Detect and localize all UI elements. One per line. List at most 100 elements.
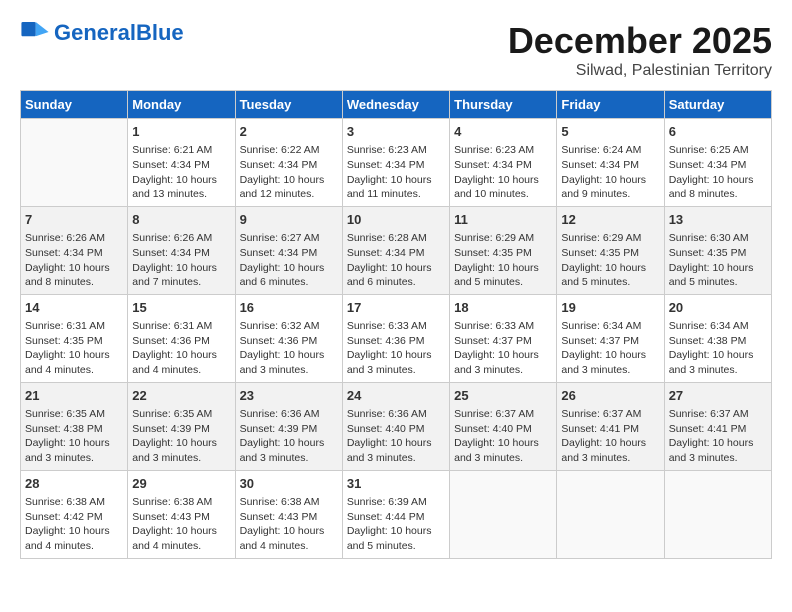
day-number: 4 [454, 123, 552, 141]
logo-text: GeneralBlue [54, 20, 184, 46]
day-info-line: Sunrise: 6:34 AM [561, 319, 659, 334]
day-number: 31 [347, 475, 445, 493]
day-info-line: Sunset: 4:37 PM [561, 334, 659, 349]
day-info-line: Sunset: 4:40 PM [454, 422, 552, 437]
page-header: GeneralBlue December 2025 Silwad, Palest… [20, 20, 772, 80]
day-number: 16 [240, 299, 338, 317]
calendar-day-18: 18 Sunrise: 6:33 AMSunset: 4:37 PMDayligh… [450, 294, 557, 382]
day-number: 30 [240, 475, 338, 493]
day-info-line: Sunrise: 6:33 AM [454, 319, 552, 334]
day-info-line: and 12 minutes. [240, 187, 338, 202]
day-info-line: and 3 minutes. [454, 451, 552, 466]
day-info-line: Sunset: 4:34 PM [240, 158, 338, 173]
day-info-line: Sunset: 4:35 PM [669, 246, 767, 261]
calendar-day-5: 5Sunrise: 6:24 AMSunset: 4:34 PMDaylight… [557, 119, 664, 207]
day-header-thursday: Thursday [450, 91, 557, 119]
calendar-empty-cell [21, 119, 128, 207]
day-info-line: Daylight: 10 hours [669, 173, 767, 188]
day-info-line: Sunset: 4:34 PM [132, 158, 230, 173]
day-info-line: and 3 minutes. [561, 451, 659, 466]
day-info-line: Sunrise: 6:32 AM [240, 319, 338, 334]
day-info-line: Daylight: 10 hours [347, 261, 445, 276]
day-info-line: Sunset: 4:40 PM [347, 422, 445, 437]
day-info-line: Sunset: 4:34 PM [669, 158, 767, 173]
day-info-line: and 7 minutes. [132, 275, 230, 290]
day-info-line: Daylight: 10 hours [240, 348, 338, 363]
day-number: 12 [561, 211, 659, 229]
day-info-line: Sunrise: 6:36 AM [347, 407, 445, 422]
day-info-line: Sunset: 4:35 PM [25, 334, 123, 349]
day-number: 18 [454, 299, 552, 317]
day-info-line: Daylight: 10 hours [240, 436, 338, 451]
day-number: 11 [454, 211, 552, 229]
calendar-day-22: 22Sunrise: 6:35 AMSunset: 4:39 PMDayligh… [128, 382, 235, 470]
calendar-week-row: 14Sunrise: 6:31 AMSunset: 4:35 PMDayligh… [21, 294, 772, 382]
day-info-line: Daylight: 10 hours [347, 348, 445, 363]
day-info-line: Sunset: 4:42 PM [25, 510, 123, 525]
day-info-line: and 4 minutes. [25, 363, 123, 378]
day-info-line: Sunrise: 6:24 AM [561, 143, 659, 158]
calendar-day-12: 12Sunrise: 6:29 AMSunset: 4:35 PMDayligh… [557, 206, 664, 294]
day-number: 26 [561, 387, 659, 405]
day-info-line: and 3 minutes. [669, 363, 767, 378]
calendar-day-23: 23Sunrise: 6:36 AMSunset: 4:39 PMDayligh… [235, 382, 342, 470]
day-header-friday: Friday [557, 91, 664, 119]
day-info-line: and 3 minutes. [240, 363, 338, 378]
calendar-week-row: 1Sunrise: 6:21 AMSunset: 4:34 PMDaylight… [21, 119, 772, 207]
day-number: 13 [669, 211, 767, 229]
day-info-line: Sunrise: 6:26 AM [25, 231, 123, 246]
day-info-line: Daylight: 10 hours [347, 173, 445, 188]
day-info-line: Sunset: 4:41 PM [669, 422, 767, 437]
logo-blue: Blue [136, 20, 184, 45]
title-area: December 2025 Silwad, Palestinian Territ… [508, 20, 772, 80]
day-info-line: Sunrise: 6:26 AM [132, 231, 230, 246]
day-info-line: Sunset: 4:34 PM [454, 158, 552, 173]
day-info-line: Sunset: 4:44 PM [347, 510, 445, 525]
day-number: 9 [240, 211, 338, 229]
day-info-line: Sunset: 4:37 PM [454, 334, 552, 349]
day-info-line: Sunrise: 6:22 AM [240, 143, 338, 158]
day-info-line: Sunset: 4:34 PM [132, 246, 230, 261]
day-header-monday: Monday [128, 91, 235, 119]
day-info-line: Daylight: 10 hours [561, 436, 659, 451]
calendar-week-row: 21Sunrise: 6:35 AMSunset: 4:38 PMDayligh… [21, 382, 772, 470]
day-info-line: Sunset: 4:34 PM [347, 246, 445, 261]
day-info-line: Sunset: 4:39 PM [240, 422, 338, 437]
day-info-line: Sunset: 4:39 PM [132, 422, 230, 437]
day-info-line: Sunset: 4:38 PM [669, 334, 767, 349]
day-info-line: Daylight: 10 hours [25, 524, 123, 539]
day-number: 27 [669, 387, 767, 405]
day-info-line: Daylight: 10 hours [132, 348, 230, 363]
calendar-day-19: 19Sunrise: 6:34 AMSunset: 4:37 PMDayligh… [557, 294, 664, 382]
day-info-line: Sunrise: 6:29 AM [561, 231, 659, 246]
calendar-table: SundayMondayTuesdayWednesdayThursdayFrid… [20, 90, 772, 559]
day-info-line: Sunrise: 6:27 AM [240, 231, 338, 246]
day-info-line: Daylight: 10 hours [132, 173, 230, 188]
day-number: 8 [132, 211, 230, 229]
day-info-line: and 4 minutes. [25, 539, 123, 554]
day-number: 29 [132, 475, 230, 493]
day-number: 6 [669, 123, 767, 141]
calendar-day-4: 4Sunrise: 6:23 AMSunset: 4:34 PMDaylight… [450, 119, 557, 207]
day-number: 3 [347, 123, 445, 141]
day-info-line: Sunrise: 6:35 AM [25, 407, 123, 422]
day-info-line: Sunrise: 6:29 AM [454, 231, 552, 246]
day-info-line: and 5 minutes. [454, 275, 552, 290]
day-number: 21 [25, 387, 123, 405]
day-info-line: Daylight: 10 hours [454, 173, 552, 188]
day-header-tuesday: Tuesday [235, 91, 342, 119]
day-info-line: Daylight: 10 hours [669, 436, 767, 451]
day-info-line: and 3 minutes. [25, 451, 123, 466]
calendar-day-25: 25Sunrise: 6:37 AMSunset: 4:40 PMDayligh… [450, 382, 557, 470]
day-number: 20 [669, 299, 767, 317]
day-info-line: and 3 minutes. [240, 451, 338, 466]
day-info-line: and 5 minutes. [561, 275, 659, 290]
day-info-line: Sunrise: 6:25 AM [669, 143, 767, 158]
day-info-line: Sunrise: 6:28 AM [347, 231, 445, 246]
day-info-line: Sunset: 4:34 PM [25, 246, 123, 261]
day-info-line: and 3 minutes. [132, 451, 230, 466]
day-header-saturday: Saturday [664, 91, 771, 119]
day-info-line: Daylight: 10 hours [561, 261, 659, 276]
day-info-line: Daylight: 10 hours [454, 348, 552, 363]
day-info-line: Daylight: 10 hours [132, 261, 230, 276]
